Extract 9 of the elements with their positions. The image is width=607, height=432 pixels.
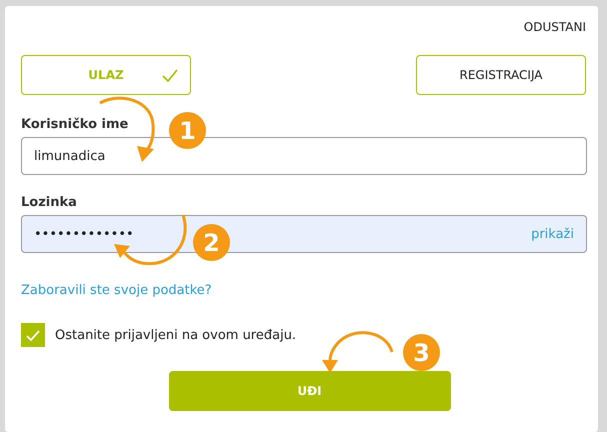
check-icon [26,330,40,340]
checkbox[interactable] [21,323,45,347]
curved-arrow [322,331,394,373]
field-label: Lozinka [21,195,77,210]
tab[interactable]: REGISTRACIJA [416,55,586,95]
checkbox-label: Ostanite prijavljeni na ovom uređaju. [55,328,296,342]
field-label: Korisničko ime [21,117,128,132]
cancel-button[interactable]: ODUSTANI [524,16,586,38]
check-icon [162,69,178,82]
